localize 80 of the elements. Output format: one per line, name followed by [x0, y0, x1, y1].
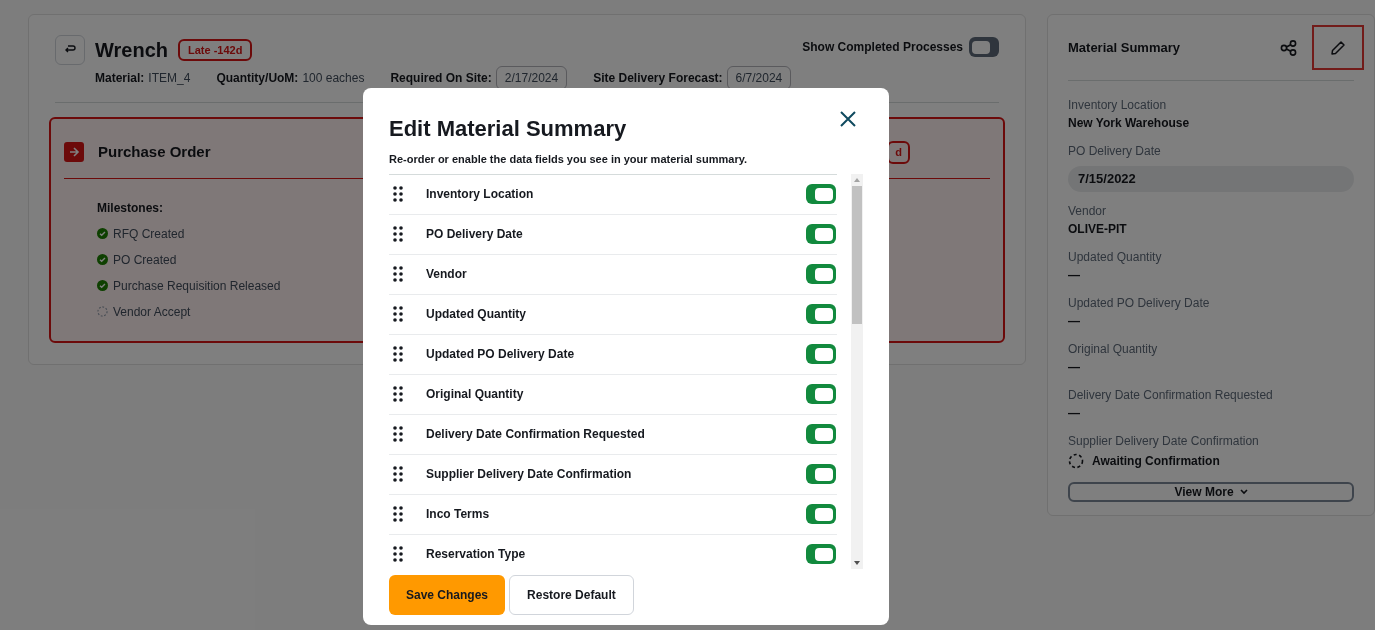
field-label: Vendor [1068, 202, 1108, 220]
share-icon [1279, 39, 1297, 56]
milestones-heading: Milestones: [97, 199, 164, 217]
field-toggle[interactable] [806, 224, 836, 244]
scrollbar[interactable] [851, 173, 863, 569]
process-title: Purchase Order [98, 142, 211, 162]
field-value: — [1068, 266, 1081, 284]
pending-circle-icon [1068, 452, 1084, 469]
back-button[interactable] [55, 35, 85, 65]
drag-handle-icon[interactable] [393, 226, 403, 242]
drag-handle-icon[interactable] [393, 186, 403, 202]
close-icon [839, 110, 857, 128]
milestone-label: RFQ Created [113, 225, 185, 243]
scroll-up-arrow-icon[interactable] [854, 177, 860, 182]
drag-handle-icon[interactable] [393, 346, 403, 362]
return-arrow-icon [64, 45, 76, 55]
drag-handle-icon[interactable] [393, 466, 403, 482]
field-label: Quantity/UoM: [216, 70, 299, 87]
field-label: Supplier Delivery Date Confirmation [1068, 432, 1260, 450]
field-name: Reservation Type [426, 546, 526, 563]
process-icon [64, 142, 84, 163]
field-value: Awaiting Confirmation [1092, 452, 1220, 470]
field-toggle[interactable] [806, 424, 836, 444]
edit-button[interactable] [1312, 25, 1364, 70]
field-label: Updated Quantity [1068, 248, 1163, 266]
scroll-down-arrow-icon[interactable] [854, 560, 860, 565]
field-name: Vendor [426, 266, 467, 283]
field-name: Supplier Delivery Date Confirmation [426, 466, 632, 483]
item-title: Wrench [95, 38, 168, 63]
field-name: Inventory Location [426, 186, 534, 203]
drag-handle-icon[interactable] [393, 426, 403, 442]
late-badge: Late -142d [178, 38, 253, 62]
chevron-down-icon [1239, 488, 1248, 495]
field-toggle[interactable] [806, 184, 836, 204]
field-name: Inco Terms [426, 506, 490, 523]
field-toggle[interactable] [806, 544, 836, 564]
date-chip: 7/15/2022 [1068, 166, 1354, 192]
drag-handle-icon[interactable] [393, 306, 403, 322]
save-button[interactable]: Save Changes [389, 574, 506, 615]
milestone-label: Vendor Accept [113, 303, 191, 321]
field-label: Updated PO Delivery Date [1068, 294, 1211, 312]
field-name: Updated PO Delivery Date [426, 346, 575, 363]
field-label: Original Quantity [1068, 340, 1159, 358]
field-value: ITEM_4 [148, 70, 191, 87]
drag-handle-icon[interactable] [393, 546, 403, 562]
field-label: Material: [95, 70, 145, 87]
field-toggle[interactable] [806, 344, 836, 364]
milestone-label: Purchase Requisition Released [113, 277, 281, 295]
field-label: Site Delivery Forecast: [593, 70, 723, 87]
field-name: PO Delivery Date [426, 226, 523, 243]
field-value: — [1068, 312, 1081, 330]
milestone-label: PO Created [113, 251, 177, 269]
field-toggle[interactable] [806, 384, 836, 404]
field-label: PO Delivery Date [1068, 143, 1162, 160]
show-completed-toggle[interactable] [969, 37, 999, 57]
field-name: Delivery Date Confirmation Requested [426, 426, 645, 443]
view-more-button[interactable]: View More [1068, 481, 1354, 502]
dialog-title: Edit Material Summary [389, 115, 627, 143]
field-value: OLIVE-PIT [1068, 220, 1128, 238]
toggle-label: Show Completed Processes [802, 39, 963, 56]
drag-handle-icon[interactable] [393, 506, 403, 522]
restore-button[interactable]: Restore Default [509, 574, 634, 615]
field-toggle[interactable] [806, 464, 836, 484]
field-value: — [1068, 404, 1081, 422]
field-name: Original Quantity [426, 386, 524, 403]
field-value: — [1068, 358, 1081, 376]
pencil-icon [1330, 39, 1346, 56]
field-label: Delivery Date Confirmation Requested [1068, 386, 1274, 404]
panel-title: Material Summary [1068, 38, 1180, 57]
drag-handle-icon[interactable] [393, 386, 403, 402]
field-toggle[interactable] [806, 304, 836, 324]
field-value: 100 eaches [302, 70, 365, 87]
field-value: New York Warehouse [1068, 115, 1191, 132]
dialog-subtitle: Re-order or enable the data fields you see in your material summary. [389, 152, 749, 167]
drag-handle-icon[interactable] [393, 266, 403, 282]
field-name: Updated Quantity [426, 306, 526, 323]
field-toggle[interactable] [806, 264, 836, 284]
field-label: Inventory Location [1068, 97, 1168, 114]
field-toggle[interactable] [806, 504, 836, 524]
field-label: Required On Site: [390, 70, 492, 87]
